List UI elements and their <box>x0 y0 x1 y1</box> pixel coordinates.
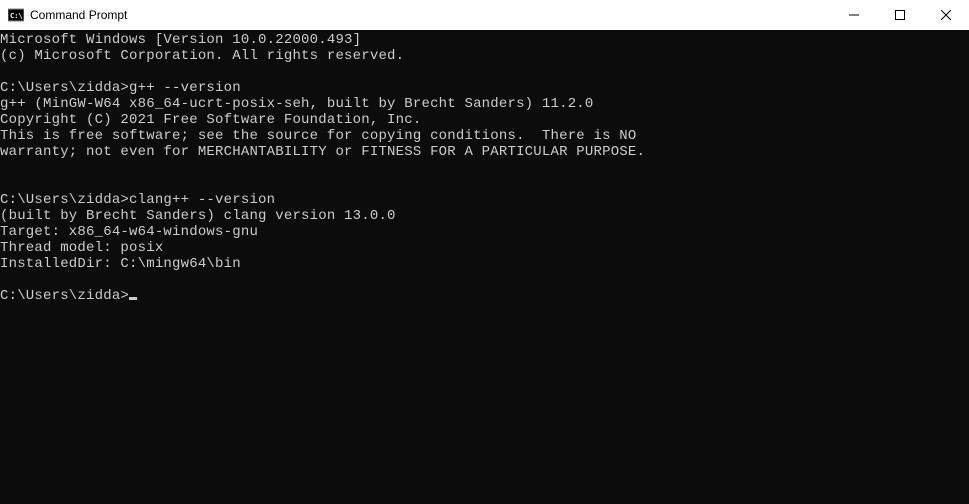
close-button[interactable] <box>923 0 969 30</box>
minimize-button[interactable] <box>831 0 877 30</box>
window-controls <box>831 0 969 30</box>
terminal-line: InstalledDir: C:\mingw64\bin <box>0 256 969 272</box>
terminal-line: C:\Users\zidda> <box>0 288 969 304</box>
terminal-line: This is free software; see the source fo… <box>0 128 969 144</box>
terminal-line: Target: x86_64-w64-windows-gnu <box>0 224 969 240</box>
terminal-line: Thread model: posix <box>0 240 969 256</box>
terminal-output[interactable]: Microsoft Windows [Version 10.0.22000.49… <box>0 30 969 504</box>
svg-text:C:\: C:\ <box>10 12 23 20</box>
terminal-line: g++ (MinGW-W64 x86_64-ucrt-posix-seh, bu… <box>0 96 969 112</box>
terminal-line: (built by Brecht Sanders) clang version … <box>0 208 969 224</box>
terminal-line: (c) Microsoft Corporation. All rights re… <box>0 48 969 64</box>
titlebar-left: C:\ Command Prompt <box>8 7 127 23</box>
window-title: Command Prompt <box>30 8 127 22</box>
terminal-line: C:\Users\zidda>clang++ --version <box>0 192 969 208</box>
terminal-line <box>0 64 969 80</box>
terminal-line <box>0 272 969 288</box>
terminal-line: warranty; not even for MERCHANTABILITY o… <box>0 144 969 160</box>
titlebar: C:\ Command Prompt <box>0 0 969 30</box>
cmd-icon: C:\ <box>8 7 24 23</box>
terminal-line <box>0 160 969 176</box>
terminal-line: Microsoft Windows [Version 10.0.22000.49… <box>0 32 969 48</box>
terminal-line: C:\Users\zidda>g++ --version <box>0 80 969 96</box>
cursor <box>129 297 137 300</box>
terminal-line: Copyright (C) 2021 Free Software Foundat… <box>0 112 969 128</box>
terminal-line <box>0 176 969 192</box>
maximize-button[interactable] <box>877 0 923 30</box>
